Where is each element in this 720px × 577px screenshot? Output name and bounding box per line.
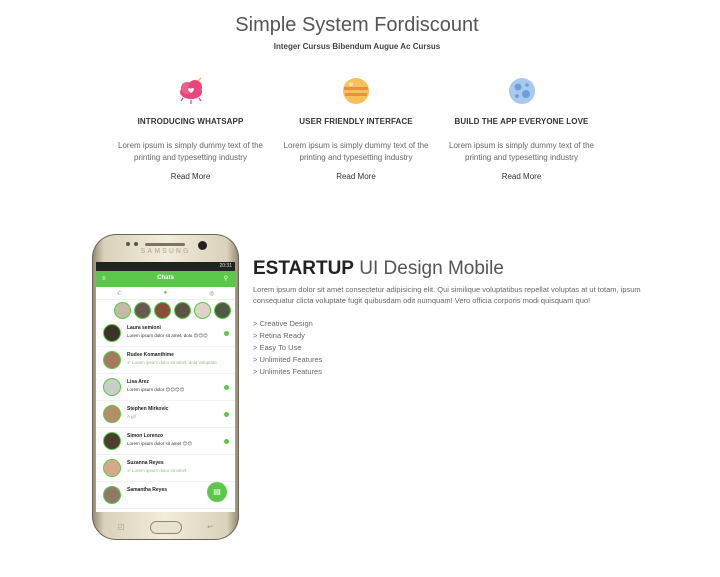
chat-message: A gif (127, 414, 136, 419)
story-avatar (114, 302, 131, 319)
avatar (103, 405, 121, 423)
chat-message: Lorem ipsum dolor sit amet 😊😊 (127, 441, 192, 446)
app-tabs: ✆ ● ◍ (96, 287, 235, 300)
chat-icon: ● (163, 290, 168, 296)
feature-text: Lorem ipsum is simply dummy text of the … (283, 141, 429, 162)
new-message-fab[interactable]: ▤ (207, 482, 227, 502)
chat-name: Lisa Arez (127, 379, 150, 385)
chat-message: ✔ Lorem ipsum dolor sit amet, dolo volup… (127, 360, 217, 365)
story-avatar (154, 302, 171, 319)
chat-message: Lorem ipsum dolor 😊😊😊😊 (127, 387, 185, 392)
contacts-icon: ◍ (208, 290, 215, 297)
read-more-link[interactable]: Read More (336, 172, 376, 181)
call-icon: ✆ (116, 290, 122, 297)
product-heading: ESTARTUP UI Design Mobile (253, 258, 504, 280)
story-avatar (134, 302, 151, 319)
section-title: Simple System Fordiscount (235, 14, 479, 36)
feature-card: USER FRIENDLY INTERFACE Lorem ipsum is s… (274, 74, 439, 184)
avatar (103, 324, 121, 342)
chat-list-item[interactable]: Laura semioni Lorem ipsum dolor sit amet… (96, 320, 235, 347)
chat-name: Stephen Mirkovic (127, 406, 169, 412)
feature-text: Lorem ipsum is simply dummy text of the … (118, 141, 263, 162)
phone-brand: SAMSUNG (140, 248, 191, 255)
feature-list: > Creative Design > Retina Ready > Easy … (253, 318, 322, 378)
phone-screen: 20:31 ≡ Chats ⚲ ✆ ● ◍ Laura semioni Lore… (96, 262, 235, 512)
chat-name: Simon Lorenzo (127, 433, 164, 439)
home-button (150, 521, 182, 534)
chat-list-item[interactable]: Lisa Arez Lorem ipsum dolor 😊😊😊😊 (96, 374, 235, 401)
product-description: Lorem ipsum dolor sit amet consectetur a… (253, 285, 641, 305)
avatar (103, 432, 121, 450)
chat-list-item[interactable]: Rudee Komanthime ✔ Lorem ipsum dolor sit… (96, 347, 235, 374)
chat-name: Laura semioni (127, 325, 161, 331)
avatar (103, 459, 121, 477)
app-bar: ≡ Chats ⚲ (96, 271, 235, 287)
search-icon: ⚲ (223, 276, 228, 282)
unread-badge (224, 439, 229, 444)
planet-icon (343, 78, 369, 104)
chat-message: ✔ Lorem ipsum dolor sit amet (127, 468, 187, 473)
story-avatar (194, 302, 211, 319)
unread-badge (224, 385, 229, 390)
read-more-link[interactable]: Read More (171, 172, 211, 181)
feature-title: USER FRIENDLY INTERFACE (299, 117, 413, 126)
avatar (103, 351, 121, 369)
chat-name: Rudee Komanthime (127, 352, 174, 358)
back-icon: ↩ (207, 524, 213, 531)
status-bar: 20:31 (96, 262, 235, 271)
feature-card: INTRODUCING WHATSAPP Lorem ipsum is simp… (108, 74, 273, 184)
chat-list-item[interactable]: Suzanna Reyes ✔ Lorem ipsum dolor sit am… (96, 455, 235, 482)
features-row: INTRODUCING WHATSAPP Lorem ipsum is simp… (108, 74, 604, 184)
chat-name: Samantha Reyes (127, 487, 168, 493)
cloud-heart-icon (179, 77, 202, 104)
product-title-bold: ESTARTUP (253, 258, 354, 279)
feature-list-item: > Unlimited Features (253, 355, 323, 364)
feature-card: BUILD THE APP EVERYONE LOVE Lorem ipsum … (439, 74, 604, 184)
unread-badge (224, 412, 229, 417)
story-avatar (174, 302, 191, 319)
app-title: Chats (157, 275, 174, 281)
avatar (103, 378, 121, 396)
phone-sensor (126, 242, 130, 246)
feature-list-item: > Creative Design (253, 319, 313, 328)
chat-name: Suzanna Reyes (127, 460, 164, 466)
feature-list-item: > Easy To Use (253, 343, 302, 352)
stories-row (96, 300, 235, 320)
avatar (103, 486, 121, 504)
feature-list-item: > Unlimites Features (253, 367, 322, 376)
chat-list-item[interactable]: Stephen Mirkovic A gif (96, 401, 235, 428)
feature-title: INTRODUCING WHATSAPP (137, 117, 244, 126)
feature-title: BUILD THE APP EVERYONE LOVE (454, 117, 589, 126)
phone-mockup: SAMSUNG 20:31 ≡ Chats ⚲ ✆ ● ◍ Laura semi… (92, 234, 239, 540)
feature-text: Lorem ipsum is simply dummy text of the … (449, 141, 594, 162)
section-subtitle: Integer Cursus Bibendum Augue Ac Cursus (273, 42, 441, 51)
chat-list-item[interactable]: Simon Lorenzo Lorem ipsum dolor sit amet… (96, 428, 235, 455)
phone-speaker (145, 243, 185, 246)
unread-badge (224, 331, 229, 336)
recent-apps-icon: ◰ (118, 524, 125, 531)
feature-list-item: > Retina Ready (253, 331, 305, 340)
read-more-link[interactable]: Read More (502, 172, 542, 181)
story-avatar (214, 302, 231, 319)
phone-sensor (134, 242, 138, 246)
chat-message: Lorem ipsum dolor sit amet, dolo 😊😊😊 (127, 333, 208, 338)
product-title-light: UI Design Mobile (359, 258, 504, 279)
moon-icon (508, 78, 535, 104)
